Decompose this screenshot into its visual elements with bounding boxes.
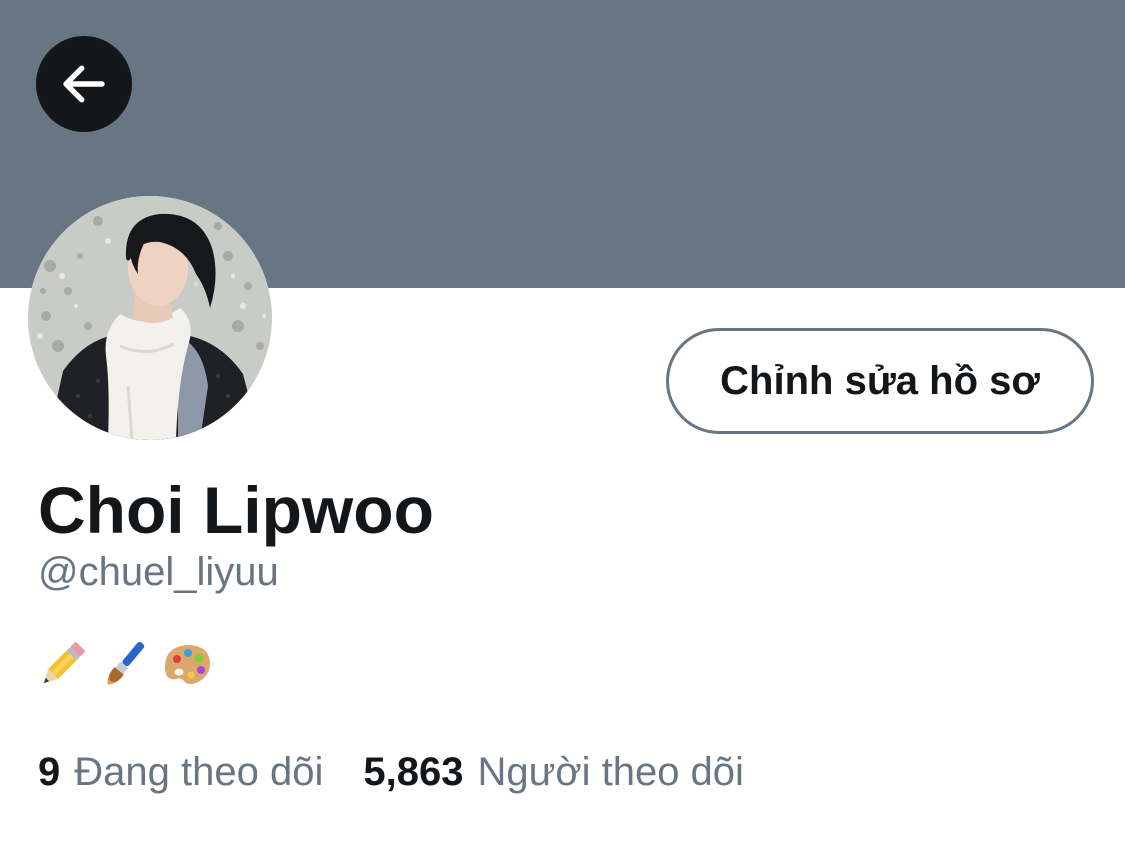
bio (38, 634, 212, 694)
palette-icon (164, 645, 210, 685)
back-button[interactable] (36, 36, 132, 132)
followers-stat[interactable]: 5,863 Người theo dõi (363, 746, 744, 798)
avatar[interactable] (28, 196, 272, 440)
pencil-icon (43, 642, 85, 684)
following-count: 9 (38, 750, 61, 794)
paintbrush-icon (107, 641, 145, 685)
avatar-image (28, 196, 272, 440)
following-label: Đang theo dõi (74, 750, 324, 794)
followers-count: 5,863 (363, 750, 464, 794)
follow-stats: 9 Đang theo dõi 5,863 Người theo dõi (38, 746, 744, 798)
arrow-left-icon (63, 65, 105, 103)
edit-profile-button[interactable]: Chỉnh sửa hồ sơ (666, 328, 1094, 434)
following-stat[interactable]: 9 Đang theo dõi (38, 746, 323, 798)
username: @chuel_liyuu (38, 550, 279, 594)
display-name: Choi Lipwoo (38, 473, 434, 547)
followers-label: Người theo dõi (477, 750, 744, 794)
